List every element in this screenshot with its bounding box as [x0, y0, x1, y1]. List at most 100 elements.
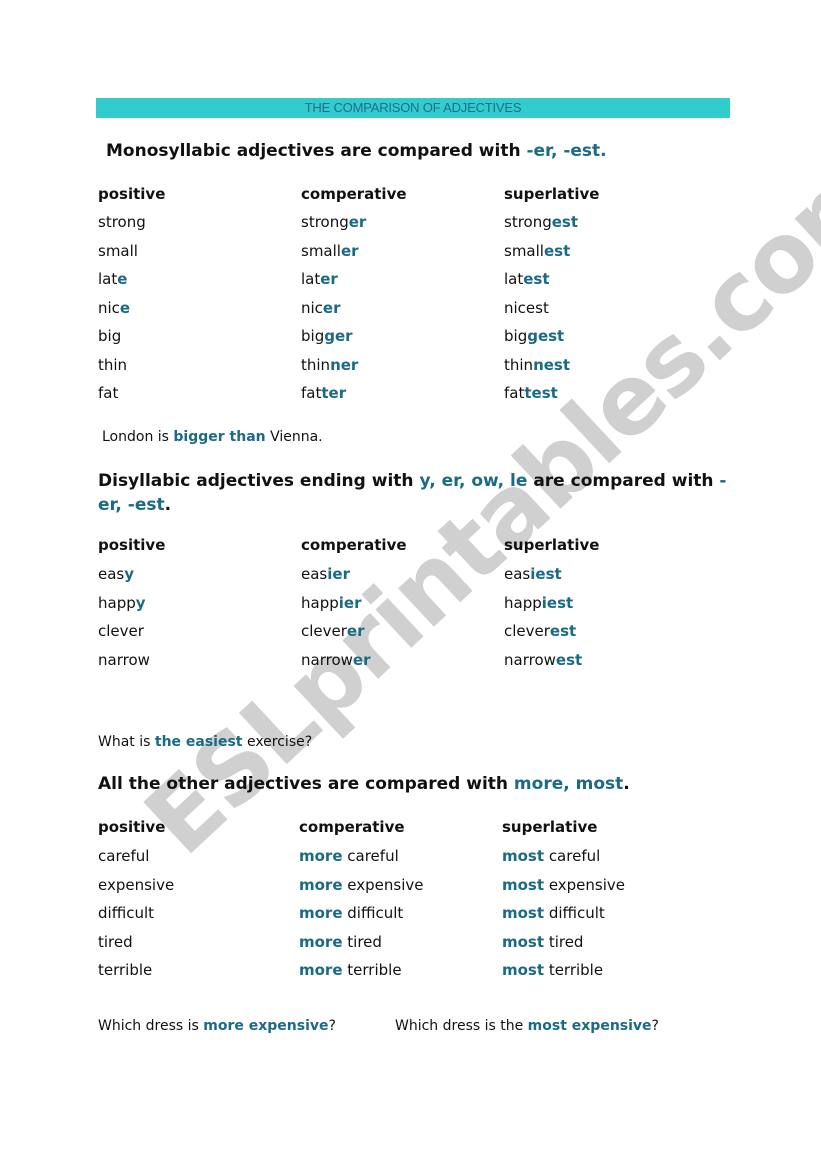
accent-part: test	[524, 384, 558, 402]
base-part: expensive	[544, 875, 626, 894]
base-part: eas	[301, 565, 328, 583]
heading-accent: er, -est	[98, 495, 165, 515]
comparative-cell: narrower	[301, 651, 370, 669]
column-header-superlative: superlative	[504, 185, 600, 203]
superlative-cell: most careful	[502, 847, 600, 865]
accent-part: est	[549, 622, 577, 640]
accent-part: ger	[324, 327, 353, 345]
base-part: tired	[544, 932, 584, 951]
comparative-cell: happier	[301, 594, 361, 612]
superlative-cell: cleverest	[504, 622, 576, 640]
base-part: strong	[301, 213, 349, 231]
accent-part: most	[502, 847, 545, 865]
base-part: narrow	[301, 650, 353, 669]
comparative-cell: more difficult	[299, 904, 403, 922]
positive-cell: tired	[98, 932, 133, 951]
column-header-superlative: superlative	[502, 818, 598, 836]
heading-text: Disyllabic adjectives ending with	[98, 471, 420, 491]
comparative-cell: smaller	[301, 242, 359, 260]
positive-cell: late	[98, 270, 127, 288]
base-part: clever	[98, 622, 144, 640]
base-part: small	[98, 241, 138, 260]
superlative-cell: easiest	[504, 565, 562, 583]
base-part: thin	[301, 355, 331, 374]
comparative-cell: more expensive	[299, 876, 423, 894]
accent-part: more	[299, 875, 343, 894]
section1-heading: Monosyllabic adjectives are compared wit…	[106, 141, 607, 161]
positive-cell: fat	[98, 384, 118, 402]
column-header-positive: positive	[98, 536, 166, 554]
base-part: fat	[301, 384, 322, 402]
superlative-cell: most tired	[502, 933, 583, 951]
accent-part: er	[340, 241, 359, 260]
worksheet-page: ESLprintables.com THE COMPARISON OF ADJE…	[0, 0, 821, 1169]
column-header-superlative: superlative	[504, 536, 600, 554]
base-part: lat	[301, 270, 321, 288]
section3-example-2: Which dress is the most expensive?	[395, 1018, 659, 1034]
comparative-cell: cleverer	[301, 622, 365, 640]
base-part: expensive	[342, 875, 424, 894]
superlative-cell: nicest	[504, 299, 549, 317]
positive-cell: difficult	[98, 904, 154, 922]
base-part: big	[98, 327, 122, 345]
accent-part: iest	[541, 593, 574, 612]
base-part: happ	[504, 593, 542, 612]
title-bar: THE COMPARISON OF ADJECTIVES	[96, 98, 730, 118]
heading-text: Monosyllabic adjectives are compared wit…	[106, 141, 527, 161]
comparative-cell: more careful	[299, 847, 399, 865]
superlative-cell: most expensive	[502, 876, 625, 894]
positive-cell: happy	[98, 594, 146, 612]
base-part: careful	[544, 847, 601, 865]
positive-cell: small	[98, 242, 138, 260]
positive-cell: nice	[98, 299, 130, 317]
base-part: clever	[301, 622, 347, 640]
base-part: difficult	[342, 904, 404, 922]
base-part: happ	[98, 593, 136, 612]
accent-part: y	[135, 593, 146, 612]
heading-accent: y, er, ow, le	[419, 471, 528, 491]
base-part: big	[301, 327, 325, 345]
positive-cell: terrible	[98, 961, 153, 979]
accent-part: y	[124, 565, 135, 583]
superlative-cell: most terrible	[502, 961, 603, 979]
heading-accent: -er, -est.	[526, 141, 607, 161]
base-part: careful	[342, 847, 399, 865]
accent-part: er	[348, 213, 367, 231]
accent-part: ner	[330, 355, 359, 374]
comparative-cell: easier	[301, 565, 350, 583]
accent-part: more	[299, 847, 343, 865]
base-part: nic	[301, 298, 323, 317]
superlative-cell: narrowest	[504, 651, 582, 669]
comparative-cell: nicer	[301, 299, 341, 317]
example-text: What is	[98, 734, 155, 750]
column-header-comparative: comperative	[301, 536, 407, 554]
base-part: clever	[504, 622, 550, 640]
positive-cell: narrow	[98, 651, 150, 669]
example-text: ?	[328, 1018, 336, 1034]
base-part: strong	[98, 213, 146, 231]
accent-part: er	[346, 622, 365, 640]
base-part: tired	[342, 932, 382, 951]
accent-part: e	[119, 298, 131, 317]
example-accent: bigger than	[173, 429, 266, 445]
section3-example-1: Which dress is more expensive?	[98, 1018, 336, 1034]
comparative-cell: thinner	[301, 356, 358, 374]
column-header-comparative: comperative	[299, 818, 405, 836]
accent-part: most	[502, 961, 545, 979]
base-part: fat	[504, 384, 525, 402]
base-part: nic	[98, 298, 120, 317]
base-part: thin	[98, 355, 128, 374]
heading-text: are compared with	[527, 471, 720, 491]
base-part: nicest	[504, 298, 549, 317]
accent-part: er	[322, 298, 341, 317]
column-header-comparative: comperative	[301, 185, 407, 203]
heading-text: .	[164, 495, 172, 515]
column-header-positive: positive	[98, 185, 166, 203]
section1-example: London is bigger than Vienna.	[102, 429, 323, 445]
section2-heading: Disyllabic adjectives ending with y, er,…	[98, 469, 728, 517]
accent-part: er	[320, 270, 338, 288]
positive-cell: big	[98, 327, 121, 345]
base-part: narrow	[98, 650, 150, 669]
example-accent: most expensive	[527, 1018, 652, 1034]
accent-part: nest	[533, 355, 571, 374]
